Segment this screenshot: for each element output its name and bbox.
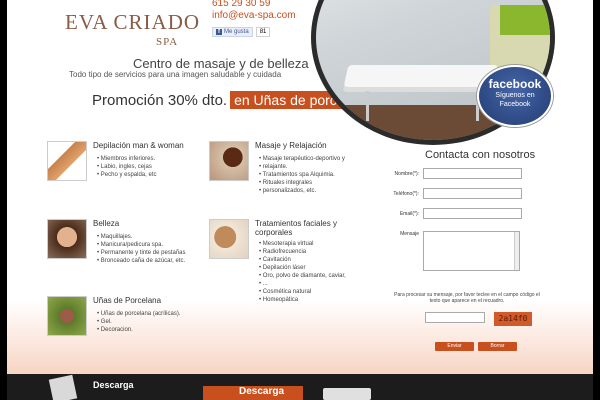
logo[interactable]: EVA CRIADO SPA <box>65 10 201 48</box>
name-label: Nombre(*): <box>394 171 419 177</box>
service-item: Homeopática <box>259 296 346 304</box>
service-title[interactable]: Uñas de Porcelana <box>93 296 161 305</box>
service-list: Masaje terapéutico-deportivo y relajante… <box>259 155 345 195</box>
service-thumbnail[interactable] <box>47 141 87 181</box>
service-item: Uñas de porcelana (acrílicas). <box>97 310 181 318</box>
service-title-line1: Tratamientos faciales y <box>255 219 337 228</box>
service-title[interactable]: Depilación man & woman <box>93 141 184 150</box>
facebook-follow-badge[interactable]: facebook Síguenos en Facebook <box>477 65 553 127</box>
service-thumbnail[interactable] <box>209 219 249 259</box>
facebook-badge-title: facebook <box>488 77 542 91</box>
page: EVA CRIADO SPA 615 29 30 59 info@eva-spa… <box>7 0 593 400</box>
service-item: Pecho y espalda, etc <box>97 171 157 179</box>
service-thumbnail[interactable] <box>47 296 87 336</box>
captcha-instructions: Para procesar su mensaje, por favor tecl… <box>394 292 540 304</box>
captcha-image: 2a14f0 <box>494 312 532 326</box>
phone-label: Teléfono(*): <box>393 191 419 197</box>
name-field[interactable] <box>423 168 522 179</box>
facebook-icon: f <box>216 29 222 35</box>
contact-info: 615 29 30 59 info@eva-spa.com <box>212 0 296 22</box>
service-title-line2: corporales <box>255 228 293 237</box>
submit-button[interactable]: Enviar <box>435 342 474 351</box>
service-item: Tratamientos spa Alquimia. <box>259 171 345 179</box>
email-address[interactable]: info@eva-spa.com <box>212 10 296 22</box>
photo-green-panel <box>500 5 550 35</box>
service-list: Maquillajes. Manicura/pedicura spa. Perm… <box>97 233 186 265</box>
service-item: Permanente y tinte de pestañas <box>97 249 186 257</box>
service-title[interactable]: Masaje y Relajación <box>255 141 327 150</box>
facebook-like-widget: f Me gusta 81 <box>212 27 271 37</box>
service-title[interactable]: Tratamientos faciales y corporales <box>255 219 337 237</box>
reset-button[interactable]: Borrar <box>478 342 517 351</box>
like-label: Me gusta <box>224 29 249 35</box>
facebook-badge-line2: Facebook <box>499 101 531 108</box>
captcha-field[interactable] <box>425 312 485 323</box>
service-item: Manicura/pedicura spa. <box>97 241 186 249</box>
service-item: Masaje terapéutico-deportivo y <box>259 155 345 163</box>
service-thumbnail[interactable] <box>209 141 249 181</box>
service-item: Mesoterapia virtual <box>259 240 346 248</box>
promo-text: Promoción 30% dto. <box>92 91 228 109</box>
like-button[interactable]: f Me gusta <box>212 27 253 37</box>
textarea-scrollbar[interactable] <box>514 232 519 270</box>
footer-banner[interactable] <box>323 388 371 400</box>
service-item: Depilación láser <box>259 264 346 272</box>
logo-main-text: EVA CRIADO <box>65 10 201 34</box>
photo-massage-bed <box>343 65 499 87</box>
like-count: 81 <box>255 27 271 37</box>
service-item: ... <box>259 280 346 288</box>
service-list: Mesoterapia virtual Radiofrecuencia Cavi… <box>259 240 346 304</box>
message-textarea[interactable] <box>423 231 520 271</box>
service-item: relajante. <box>259 163 345 171</box>
service-item: Gel. <box>97 318 180 326</box>
service-item: Miembros inferiores. <box>97 155 156 163</box>
service-item: Labio, ingles, cejas <box>97 163 156 171</box>
contact-form-title: Contacta con nosotros <box>425 149 536 161</box>
tagline: Todo tipo de servicios para una imagen s… <box>69 70 282 79</box>
email-label: Email(*): <box>399 211 419 217</box>
service-item: personalizados, etc. <box>259 187 345 195</box>
service-title[interactable]: Belleza <box>93 219 119 228</box>
download-link[interactable]: Descarga <box>93 380 134 390</box>
service-item: Cavitación <box>259 256 346 264</box>
service-item: Radiofrecuencia <box>259 248 346 256</box>
download-button[interactable]: Descarga <box>203 386 303 400</box>
service-list: Miembros inferiores. Labio, ingles, ceja… <box>97 155 157 179</box>
service-item: Bronceado caña de azúcar, etc. <box>97 257 186 265</box>
service-list: Uñas de porcelana (acrílicas). Gel. Deco… <box>97 310 181 334</box>
message-label: Mensaje <box>400 231 419 237</box>
phone-number: 615 29 30 59 <box>212 0 271 9</box>
phone-field[interactable] <box>423 188 522 199</box>
email-field[interactable] <box>423 208 522 219</box>
service-thumbnail[interactable] <box>47 219 87 259</box>
service-item: Cosmética natural <box>259 288 346 296</box>
service-item: Maquillajes. <box>97 233 186 241</box>
photo-bed-leg <box>366 91 369 121</box>
page-headline: Centro de masaje y de belleza <box>133 56 309 71</box>
service-item: Decoracion. <box>97 326 180 334</box>
facebook-badge-line1: Síguenos en <box>495 92 535 99</box>
service-item: Rituales integrales <box>259 179 345 187</box>
service-item: Oro, polvo de diamante, caviar, <box>259 272 346 280</box>
download-icon[interactable] <box>48 374 78 400</box>
logo-sub-text: SPA <box>156 36 179 48</box>
